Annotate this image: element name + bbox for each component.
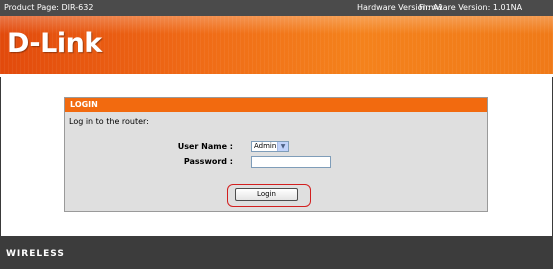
- login-panel: LOGIN Log in to the router: User Name : …: [64, 97, 488, 212]
- header-banner: D-Link: [0, 16, 553, 74]
- login-button[interactable]: Login: [235, 188, 298, 201]
- chevron-down-icon[interactable]: ▼: [277, 142, 288, 151]
- login-instruction: Log in to the router:: [69, 117, 149, 126]
- footer-wireless-label: WIRELESS: [6, 249, 65, 259]
- username-select[interactable]: Admin ▼: [251, 141, 289, 152]
- footer-bar: WIRELESS: [0, 236, 553, 269]
- username-label: User Name :: [177, 142, 233, 151]
- username-select-value: Admin: [254, 142, 277, 150]
- top-bar: Product Page: DIR-632 Hardware Version: …: [0, 0, 553, 16]
- password-label: Password :: [183, 157, 233, 166]
- banner-divider: [0, 74, 553, 77]
- dlink-logo: D-Link: [7, 28, 102, 59]
- firmware-version-text: Firmware Version: 1.01NA: [419, 3, 523, 12]
- login-title: LOGIN: [65, 98, 487, 112]
- password-field[interactable]: [251, 156, 331, 168]
- product-page-text: Product Page: DIR-632: [4, 3, 94, 12]
